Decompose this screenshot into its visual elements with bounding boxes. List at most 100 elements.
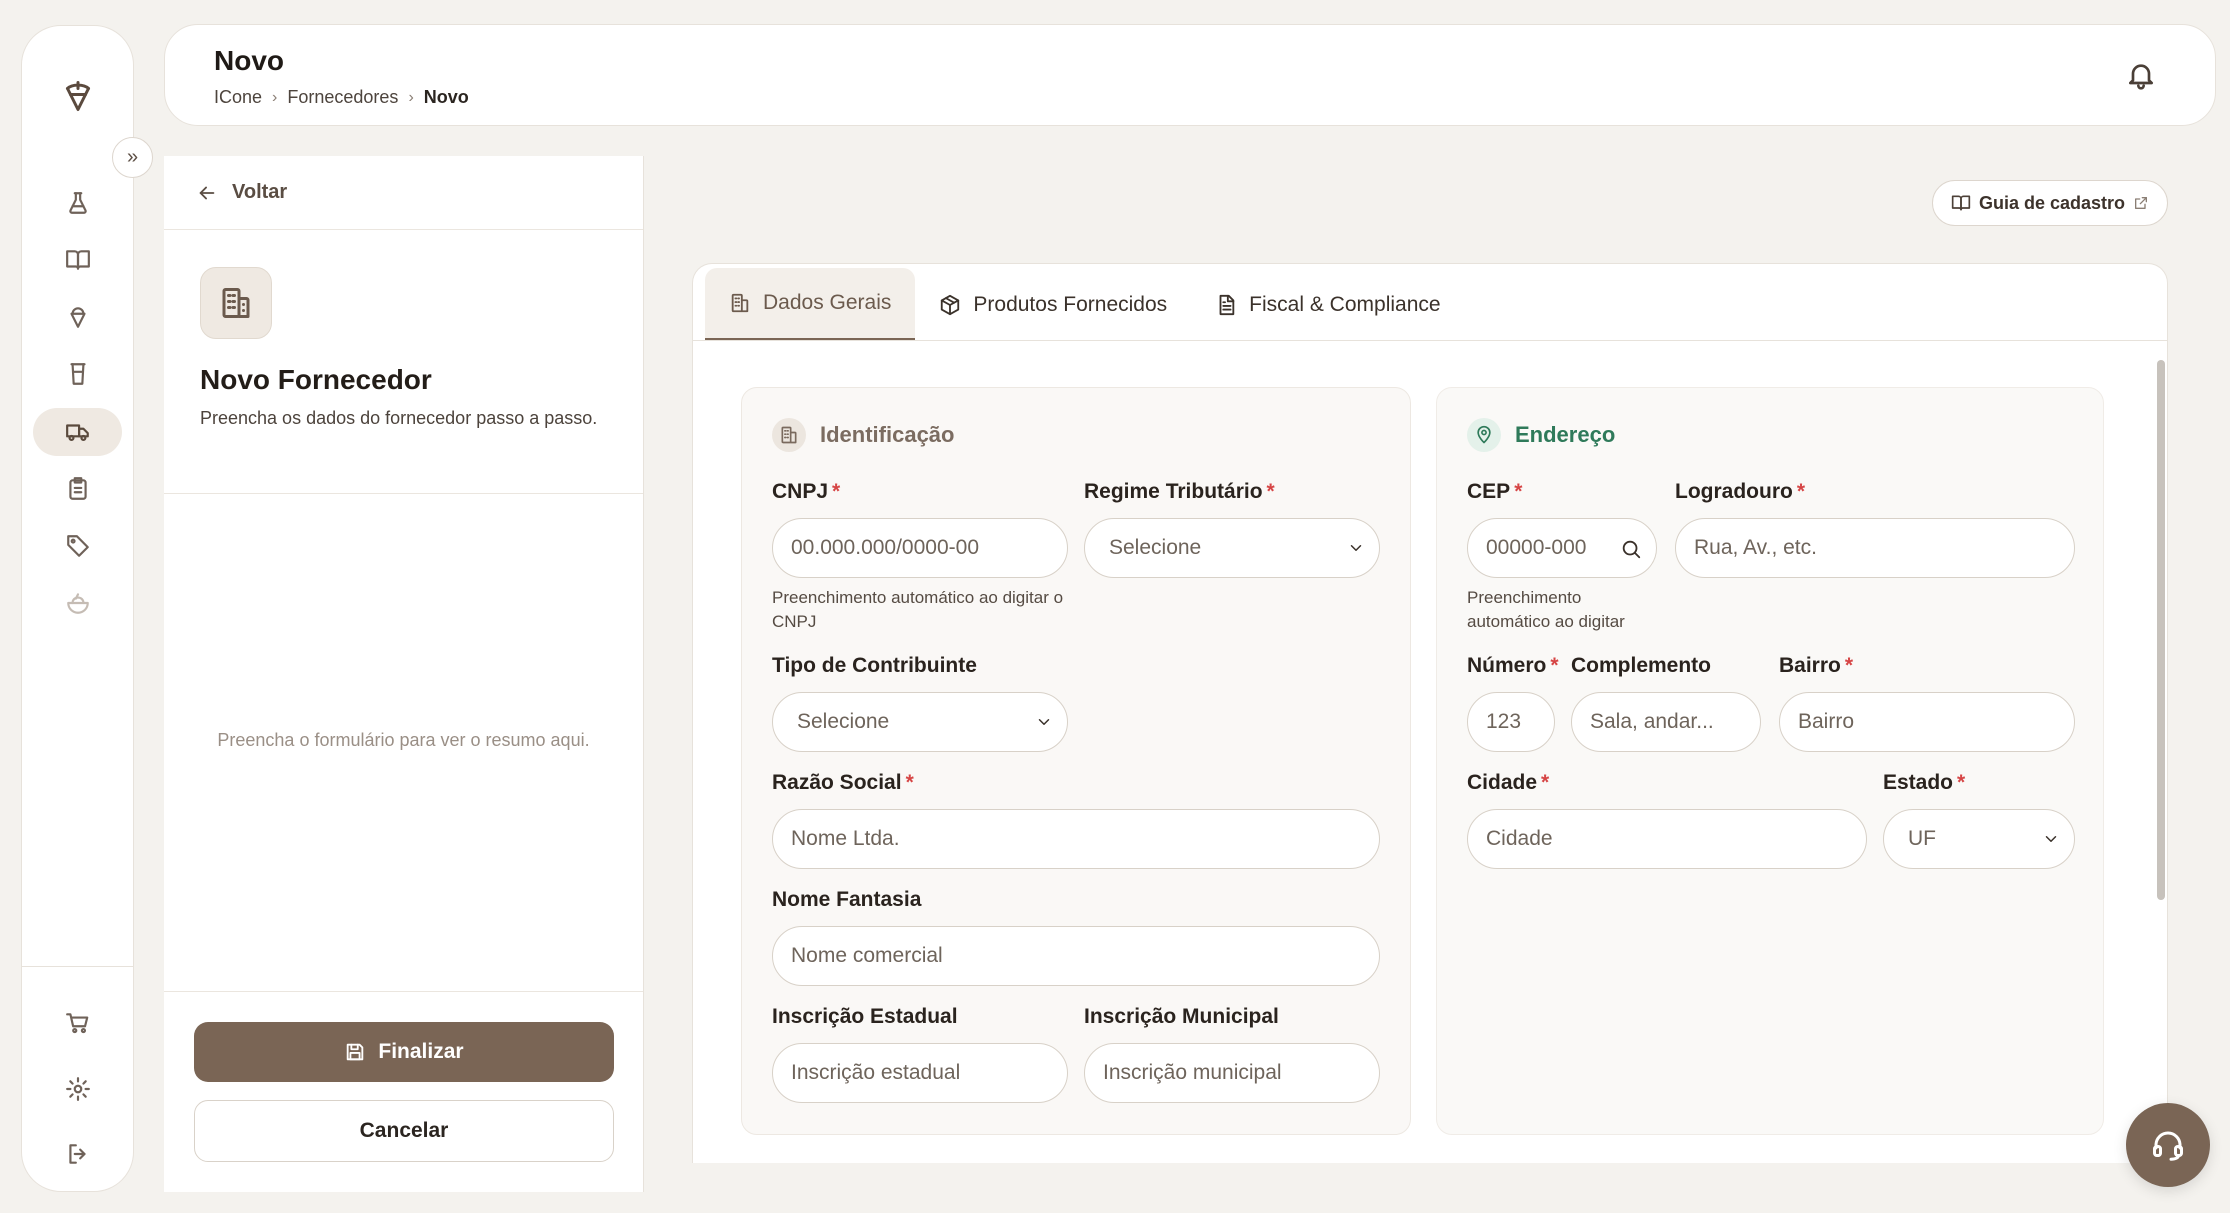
gear-icon <box>65 1077 90 1101</box>
breadcrumb-item-home[interactable]: ICone <box>214 87 262 108</box>
section-title: Endereço <box>1515 422 1616 447</box>
bell-icon[interactable] <box>2125 59 2157 91</box>
tab-label: Fiscal & Compliance <box>1249 292 1441 316</box>
form-tabs: Dados Gerais Produtos Fornecidos Fiscal … <box>705 268 2167 341</box>
tax-regime-value: Selecione <box>1109 536 1202 559</box>
company-name-input[interactable]: Nome Ltda. <box>772 809 1380 869</box>
sidebar-item-products[interactable] <box>33 293 122 341</box>
state-select[interactable]: UF <box>1883 809 2075 869</box>
search-icon[interactable] <box>1620 538 1642 560</box>
building-icon <box>772 418 806 452</box>
sidebar-item-suppliers[interactable] <box>33 408 122 456</box>
section-header: Identificação <box>772 418 954 452</box>
address-section: Endereço CEP * 00000-000 Preenchimento au… <box>1436 387 2104 1135</box>
flask-icon <box>68 192 87 214</box>
state-label: Estado * <box>1883 771 1966 794</box>
state-registration-label: Inscrição Estadual <box>772 1005 958 1028</box>
ice-cream-logo-icon[interactable] <box>60 76 96 116</box>
panel-title: Novo Fornecedor <box>200 364 432 395</box>
state-registration-input[interactable]: Inscrição estadual <box>772 1043 1068 1103</box>
cep-hint: Preenchimento automático ao digitar <box>1467 588 1625 631</box>
cnpj-input[interactable]: 00.000.000/0000-00 <box>772 518 1068 578</box>
finalize-label: Finalizar <box>378 1040 464 1063</box>
section-header: Endereço <box>1467 418 1615 452</box>
chevron-right-icon: › <box>272 88 278 106</box>
supplier-summary-panel: Voltar Novo Fornecedor Preencha os dados… <box>164 156 644 1192</box>
salad-bowl-icon <box>66 593 89 614</box>
tab-general-data[interactable]: Dados Gerais <box>705 268 916 341</box>
breadcrumb: ICone › Fornecedores › Novo <box>214 87 469 108</box>
cnpj-hint: Preenchimento automático ao digitar o CN… <box>772 588 1064 631</box>
chevron-right-icon: › <box>408 88 414 106</box>
sidebar-item-menu[interactable] <box>33 579 122 627</box>
complement-input[interactable]: Sala, andar... <box>1571 692 1761 752</box>
trade-name-label: Nome Fantasia <box>772 888 922 911</box>
registration-guide-button[interactable]: Guia de cadastro <box>1932 180 2168 226</box>
tab-supplied-products[interactable]: Produtos Fornecidos <box>915 268 1191 341</box>
book-open-icon <box>1951 195 1971 211</box>
complement-label: Complemento <box>1571 654 1712 677</box>
sidebar-item-logout[interactable] <box>33 1130 122 1178</box>
sidebar-item-orders[interactable] <box>33 465 122 513</box>
company-name-label: Razão Social * <box>772 771 914 794</box>
page-title: Novo <box>214 45 284 76</box>
taxpayer-type-label: Tipo de Contribuinte <box>772 654 977 677</box>
ice-cream-icon <box>69 307 86 328</box>
expand-sidebar-button[interactable]: » <box>112 137 153 178</box>
back-button[interactable]: Voltar <box>164 156 643 230</box>
number-label: Número * <box>1467 654 1559 677</box>
district-label: Bairro * <box>1779 654 1854 677</box>
city-input[interactable]: Cidade <box>1467 809 1867 869</box>
cart-icon <box>65 1013 88 1034</box>
content-scrollbar[interactable] <box>2157 360 2165 900</box>
glass-icon <box>69 363 86 385</box>
breadcrumb-item-current: Novo <box>423 87 469 107</box>
taxpayer-type-select[interactable]: Selecione <box>772 692 1068 752</box>
supplier-info <box>164 230 643 494</box>
package-icon <box>941 294 960 315</box>
building-icon <box>200 267 272 339</box>
save-icon <box>347 1043 364 1061</box>
section-title: Identificação <box>820 422 955 447</box>
back-label: Voltar <box>232 181 288 203</box>
support-button[interactable] <box>2126 1103 2210 1187</box>
municipal-registration-input[interactable]: Inscrição municipal <box>1084 1043 1380 1103</box>
tax-regime-label: Regime Tributário * <box>1084 480 1275 503</box>
tabs-divider <box>693 340 2167 341</box>
clipboard-icon <box>68 477 87 500</box>
panel-actions: Finalizar Cancelar <box>164 991 643 1192</box>
sidebar <box>21 25 134 1192</box>
city-label: Cidade * <box>1467 771 1550 794</box>
breadcrumb-item-suppliers[interactable]: Fornecedores <box>287 87 398 108</box>
tax-regime-select[interactable]: Selecione <box>1084 518 1380 578</box>
sidebar-item-cups[interactable] <box>33 350 122 398</box>
street-label: Logradouro * <box>1675 480 1806 503</box>
street-input[interactable]: Rua, Av., etc. <box>1675 518 2075 578</box>
sidebar-item-lab[interactable] <box>33 179 122 227</box>
state-value: UF <box>1908 827 1936 850</box>
district-input[interactable]: Bairro <box>1779 692 2075 752</box>
cep-input[interactable]: 00000-000 <box>1467 518 1657 578</box>
tag-icon <box>66 535 89 557</box>
number-input[interactable]: 123 <box>1467 692 1555 752</box>
identification-section: Identificação CNPJ * 00.000.000/0000-00 P… <box>741 387 1411 1135</box>
tab-label: Produtos Fornecidos <box>973 292 1168 316</box>
book-open-icon <box>65 250 90 270</box>
chevron-down-icon <box>1350 545 1362 551</box>
building-icon <box>731 293 749 313</box>
sidebar-item-prices[interactable] <box>33 522 122 570</box>
tab-fiscal-compliance[interactable]: Fiscal & Compliance <box>1191 268 1464 341</box>
sidebar-divider <box>22 966 133 967</box>
finalize-button[interactable]: Finalizar <box>194 1022 614 1082</box>
sidebar-item-settings[interactable] <box>33 1065 122 1113</box>
cep-label: CEP * <box>1467 480 1523 503</box>
tab-label: Dados Gerais <box>763 291 892 314</box>
trade-name-input[interactable]: Nome comercial <box>772 926 1380 986</box>
sidebar-item-recipes[interactable] <box>33 236 122 284</box>
sidebar-item-cart[interactable] <box>33 999 122 1047</box>
cancel-button[interactable]: Cancelar <box>194 1100 614 1162</box>
logout-icon <box>68 1144 86 1164</box>
panel-description: Preencha os dados do fornecedor passo a … <box>200 408 598 428</box>
cnpj-label: CNPJ * <box>772 480 841 503</box>
summary-empty-text: Preencha o formulário para ver o resumo … <box>217 730 590 750</box>
